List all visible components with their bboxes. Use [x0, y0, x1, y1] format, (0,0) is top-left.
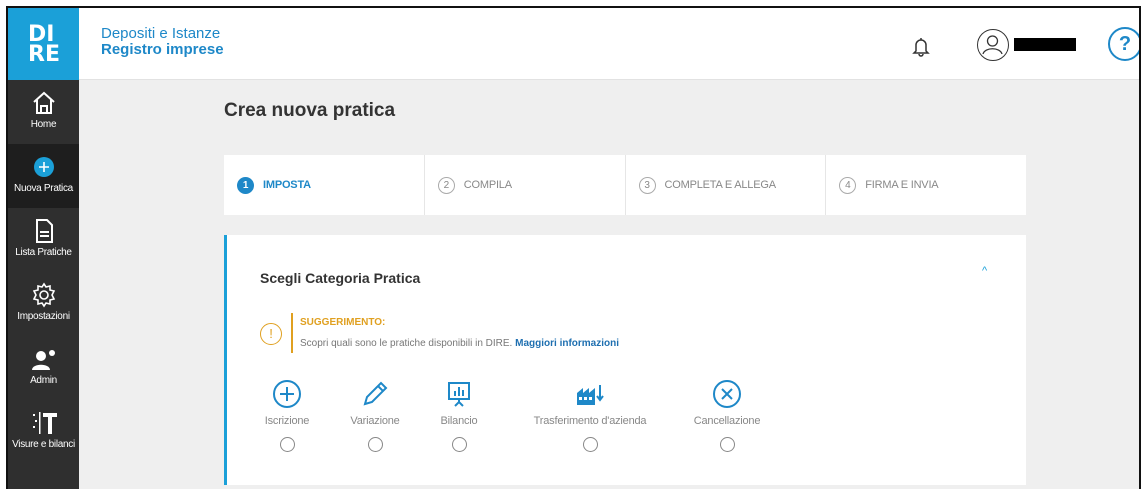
sidebar-item-home[interactable]: Home	[8, 80, 79, 144]
step-compila[interactable]: 2 COMPILA	[425, 155, 626, 215]
bell-icon[interactable]	[912, 37, 930, 57]
hint-body: Scopri quali sono le pratiche disponibil…	[300, 338, 619, 349]
sidebar-item-label: Nuova Pratica	[14, 183, 73, 194]
categoria-pratica-card: Scegli Categoria Pratica ^ ! SUGGERIMENT…	[224, 235, 1026, 485]
plus-circle-icon	[33, 157, 54, 177]
visure-icon	[32, 412, 57, 434]
app-window: DI RE Home Nuova Pratica Lista Pratiche	[6, 6, 1141, 489]
category-label: Cancellazione	[693, 415, 761, 427]
logo-line2: RE	[28, 42, 60, 67]
x-circle-icon	[713, 380, 741, 408]
step-number: 3	[638, 176, 656, 194]
hint-text: Scopri quali sono le pratiche disponibil…	[300, 338, 513, 349]
top-header: Depositi e Istanze Registro imprese ?	[79, 8, 1139, 80]
step-label: FIRMA E INVIA	[865, 179, 939, 191]
chevron-up-icon[interactable]: ^	[982, 265, 987, 277]
user-name-redacted	[1014, 38, 1076, 51]
step-firma-e-invia[interactable]: 4 FIRMA E INVIA	[826, 155, 1026, 215]
brand-line1: Depositi e Istanze	[101, 25, 221, 42]
category-radio[interactable]	[719, 437, 735, 452]
step-label: COMPLETA E ALLEGA	[664, 179, 777, 191]
sidebar-item-label: Home	[30, 119, 57, 130]
document-list-icon	[35, 219, 53, 243]
sidebar-item-label: Lista Pratiche	[15, 247, 72, 258]
dire-logo[interactable]: DI RE	[8, 8, 79, 80]
page-title: Crea nuova pratica	[224, 100, 396, 121]
category-label: Variazione	[350, 415, 400, 427]
help-button[interactable]: ?	[1108, 27, 1139, 61]
category-label: Trasferimento d'azienda	[533, 415, 647, 427]
category-label: Iscrizione	[264, 415, 310, 427]
step-number: 4	[839, 176, 857, 194]
home-icon	[32, 91, 55, 114]
chart-board-icon	[448, 382, 470, 407]
sidebar-item-admin[interactable]: Admin	[8, 336, 79, 400]
category-iscrizione[interactable]: Iscrizione	[257, 379, 317, 452]
category-trasferimento[interactable]: Trasferimento d'azienda	[525, 379, 655, 452]
category-variazione[interactable]: Variazione	[345, 379, 405, 452]
brand-line2: Registro imprese	[101, 41, 224, 58]
sidebar: DI RE Home Nuova Pratica Lista Pratiche	[8, 8, 79, 489]
app-brand[interactable]: Depositi e Istanze Registro imprese	[101, 26, 224, 58]
factory-transfer-icon	[577, 385, 604, 405]
category-radio[interactable]	[451, 437, 467, 452]
category-bilancio[interactable]: Bilancio	[429, 379, 489, 452]
sidebar-item-label: Visure e bilanci	[12, 439, 75, 450]
sidebar-item-label: Admin	[30, 375, 57, 386]
step-number: 2	[437, 176, 455, 194]
maggiori-informazioni-link[interactable]: Maggiori informazioni	[515, 338, 619, 349]
sidebar-item-visure[interactable]: Visure e bilanci	[8, 400, 79, 464]
category-radio[interactable]	[582, 437, 598, 452]
category-label: Bilancio	[440, 415, 478, 427]
hint-title: SUGGERIMENTO:	[300, 317, 386, 328]
sidebar-item-impostazioni[interactable]: Impostazioni	[8, 272, 79, 336]
user-gear-icon	[31, 350, 55, 370]
gear-icon	[32, 282, 55, 308]
step-number: 1	[237, 176, 254, 194]
sidebar-item-nuova-pratica[interactable]: Nuova Pratica	[8, 144, 79, 208]
plus-circle-icon	[273, 380, 301, 408]
card-title: Scegli Categoria Pratica	[260, 270, 421, 286]
step-label: IMPOSTA	[263, 179, 311, 191]
step-label: COMPILA	[463, 179, 512, 191]
sidebar-item-lista-pratiche[interactable]: Lista Pratiche	[8, 208, 79, 272]
user-avatar[interactable]	[977, 29, 1009, 61]
step-imposta[interactable]: 1 IMPOSTA	[224, 155, 425, 215]
pencil-icon	[363, 381, 388, 406]
user-icon	[982, 35, 1003, 55]
stepper: 1 IMPOSTA 2 COMPILA 3 COMPLETA E ALLEGA …	[224, 155, 1026, 215]
hint-divider	[291, 313, 293, 353]
category-radio[interactable]	[279, 437, 295, 452]
category-radio[interactable]	[367, 437, 383, 452]
warning-icon: !	[260, 323, 282, 345]
step-completa-e-allega[interactable]: 3 COMPLETA E ALLEGA	[626, 155, 827, 215]
category-cancellazione[interactable]: Cancellazione	[687, 379, 767, 452]
sidebar-item-label: Impostazioni	[17, 311, 70, 322]
